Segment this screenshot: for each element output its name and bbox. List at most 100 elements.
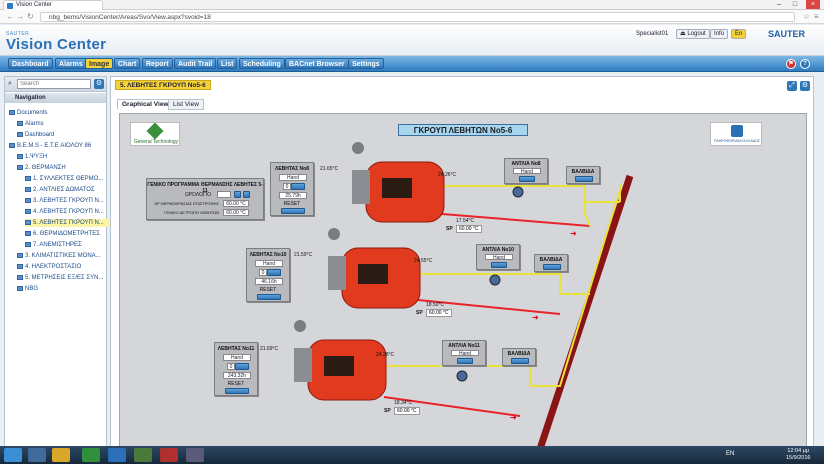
explorer-icon[interactable] bbox=[28, 448, 46, 462]
hours-field: 25.79h bbox=[279, 192, 307, 199]
app-icon[interactable] bbox=[160, 448, 178, 462]
menu-dashboard[interactable]: Dashboard bbox=[8, 58, 53, 69]
logout-button[interactable]: ⏏ Logout bbox=[676, 29, 710, 39]
tab-list-view[interactable]: List View bbox=[168, 99, 204, 110]
back-icon[interactable]: ← bbox=[6, 12, 14, 22]
pump-mode-field[interactable]: Hand bbox=[513, 168, 541, 175]
boiler-icon[interactable] bbox=[328, 228, 421, 309]
inlet-temp: 21.69°C bbox=[260, 346, 279, 352]
mode-field[interactable]: Hand bbox=[255, 260, 283, 267]
reset-button[interactable] bbox=[281, 208, 305, 214]
pump-mode-field[interactable]: Hand bbox=[451, 350, 479, 357]
tree-item[interactable]: 3. ΚΛΙΜΑΤΙΣΤΙΚΕΣ ΜΟΝΑ... bbox=[17, 252, 112, 260]
tree-item-selected[interactable]: 5. ΛΕΒΗΤΕΣ ΓΚΡΟΥΠ Ν... bbox=[25, 219, 120, 227]
system-clock[interactable]: 12:04 μμ 15/9/2016 bbox=[786, 448, 810, 462]
setpoint-field[interactable]: 60.00 °C bbox=[394, 407, 420, 415]
tree-item[interactable]: 6. ΘΕΡΜΙΔΟΜΕΤΡΗΤΕΣ bbox=[25, 230, 120, 238]
return-temp: 18.50°C bbox=[426, 302, 445, 308]
tree-label: Documents bbox=[17, 110, 48, 116]
tree-item[interactable]: Alarms bbox=[17, 120, 112, 128]
tree-item[interactable]: Documents bbox=[9, 109, 104, 117]
menu-list[interactable]: List bbox=[217, 58, 238, 69]
reset-button[interactable] bbox=[257, 294, 281, 300]
chrome-icon[interactable] bbox=[82, 448, 100, 462]
menu-image[interactable]: Image bbox=[85, 58, 114, 69]
tree-item[interactable]: 3. ΛΕΒΗΤΕΣ ΓΚΡΟΥΠ Ν... bbox=[25, 197, 120, 205]
state-toggle[interactable] bbox=[291, 183, 305, 190]
inlet-temp: 21.65°C bbox=[320, 166, 339, 172]
tree-item[interactable]: 1. ΣΥΛΛΕΚΤΕΣ ΘΕΡΜΟ... bbox=[25, 175, 120, 183]
tree-item[interactable]: 2. ΘΕΡΜΑΝΣΗ bbox=[17, 164, 112, 172]
pump-toggle[interactable] bbox=[457, 358, 473, 364]
setpoint-field[interactable]: 60.00 °C bbox=[426, 309, 452, 317]
reset-button[interactable] bbox=[225, 388, 249, 394]
boiler-icon[interactable] bbox=[352, 142, 445, 223]
browser-menu-icon[interactable]: ≡ bbox=[814, 12, 819, 22]
help-icon[interactable]: ? bbox=[800, 59, 810, 69]
gear-icon[interactable]: ⚙ bbox=[94, 79, 104, 89]
bank-logo: ΠΛΗΡΟΦΟΡΙΑΚΗ ΕΛΛΑΔΟΣ bbox=[710, 122, 762, 146]
tree-label: NBG bbox=[25, 286, 39, 292]
menu-chart[interactable]: Chart bbox=[114, 58, 141, 69]
tree-item[interactable]: 4. ΛΕΒΗΤΕΣ ΓΚΡΟΥΠ Ν... bbox=[25, 208, 120, 216]
pump-toggle[interactable] bbox=[519, 176, 535, 182]
maximize-icon[interactable]: □ bbox=[788, 0, 802, 9]
menu-alarms[interactable]: Alarms bbox=[55, 58, 87, 69]
clock-field[interactable] bbox=[217, 191, 231, 198]
browser-tab[interactable]: Vision Center bbox=[3, 0, 103, 10]
tree-item[interactable]: 1.ΨΥΞΗ bbox=[17, 153, 112, 161]
menu-settings[interactable]: Settings bbox=[348, 58, 384, 69]
tree-item[interactable]: B.E.M.S - E.T.E ΑΙΟΛΟΥ 86 bbox=[9, 142, 104, 150]
app-icon[interactable] bbox=[134, 448, 152, 462]
menu-bacnet-browser[interactable]: BACnet Browser bbox=[285, 58, 349, 69]
setpoint-field[interactable]: 60.00 °C bbox=[223, 200, 249, 207]
reload-icon[interactable]: ↻ bbox=[27, 12, 34, 22]
tree-item[interactable]: 4. ΗΛΕΚΤΡΟΣΤΑΣΙΟ bbox=[17, 263, 112, 271]
ie-icon[interactable] bbox=[108, 448, 126, 462]
tree-label: 5. ΛΕΒΗΤΕΣ ΓΚΡΟΥΠ Ν... bbox=[33, 220, 104, 226]
valve-toggle[interactable] bbox=[575, 176, 593, 182]
menu-report[interactable]: Report bbox=[142, 58, 173, 69]
close-icon[interactable]: × bbox=[806, 0, 820, 9]
boiler-name: ΛΕΒΗΤΑΣ Νο10 bbox=[249, 252, 287, 258]
app-icon[interactable] bbox=[186, 448, 204, 462]
tree-item[interactable]: 5. ΜΕΤΡΗΣΕΙΣ ΕΞ/ΕΣ ΣΥΝ... bbox=[17, 274, 112, 282]
settings-icon[interactable]: ⚙ bbox=[800, 81, 810, 91]
menu-scheduling[interactable]: Scheduling bbox=[239, 58, 285, 69]
valve-name: ΒΑΛΒΙΔΑ bbox=[571, 169, 595, 175]
valve-toggle[interactable] bbox=[511, 358, 529, 364]
fullscreen-icon[interactable]: ⤢ bbox=[787, 81, 797, 91]
pump-mode-field[interactable]: Hand bbox=[485, 254, 513, 261]
tree-item[interactable]: 7. ΑΝΕΜΙΣΤΗΡΕΣ bbox=[25, 241, 120, 249]
setpoint-field[interactable]: 60.00 °C bbox=[223, 209, 249, 216]
pump-toggle[interactable] bbox=[491, 262, 507, 268]
tree-item[interactable]: Dashboard bbox=[17, 131, 112, 139]
state-toggle[interactable] bbox=[235, 363, 249, 370]
start-icon[interactable] bbox=[4, 448, 22, 462]
language-indicator[interactable]: EN bbox=[726, 451, 734, 457]
state-toggle[interactable] bbox=[267, 269, 281, 276]
clock-button[interactable] bbox=[234, 191, 241, 198]
info-button[interactable]: Info bbox=[710, 29, 729, 39]
minimize-icon[interactable]: – bbox=[772, 0, 786, 9]
setpoint-field[interactable]: 60.00 °C bbox=[456, 225, 482, 233]
tree-item[interactable]: 2. ΑΝΤΛΙΕΣ ΔΩΜΑΤΟΣ bbox=[25, 186, 120, 194]
menu-audit-trail[interactable]: Audit Trail bbox=[174, 58, 217, 69]
url-field[interactable]: nbg_bems/VisionCenter/Areas/Svo/View.asp… bbox=[40, 12, 795, 22]
folder-icon[interactable] bbox=[52, 448, 70, 462]
flag-icon[interactable]: ⚑ bbox=[786, 59, 796, 69]
folder-icon bbox=[25, 175, 31, 181]
mode-field[interactable]: Hand bbox=[223, 354, 251, 361]
mode-field[interactable]: Hand bbox=[279, 174, 307, 181]
valve-toggle[interactable] bbox=[543, 264, 561, 270]
tab-graphical-view[interactable]: Graphical View bbox=[117, 99, 174, 110]
tree-item[interactable]: NBG bbox=[17, 285, 112, 293]
folder-icon bbox=[25, 230, 31, 236]
diagram-title: ΓΚΡΟΥΠ ΛΕΒΗΤΩΝ Νο5-6 bbox=[398, 124, 528, 136]
search-input[interactable] bbox=[17, 79, 91, 89]
schedule-button[interactable] bbox=[243, 191, 250, 198]
boiler-icon[interactable] bbox=[294, 320, 387, 401]
forward-icon[interactable]: → bbox=[16, 12, 24, 22]
star-icon[interactable]: ☆ bbox=[803, 12, 810, 22]
language-button[interactable]: En bbox=[731, 29, 747, 39]
